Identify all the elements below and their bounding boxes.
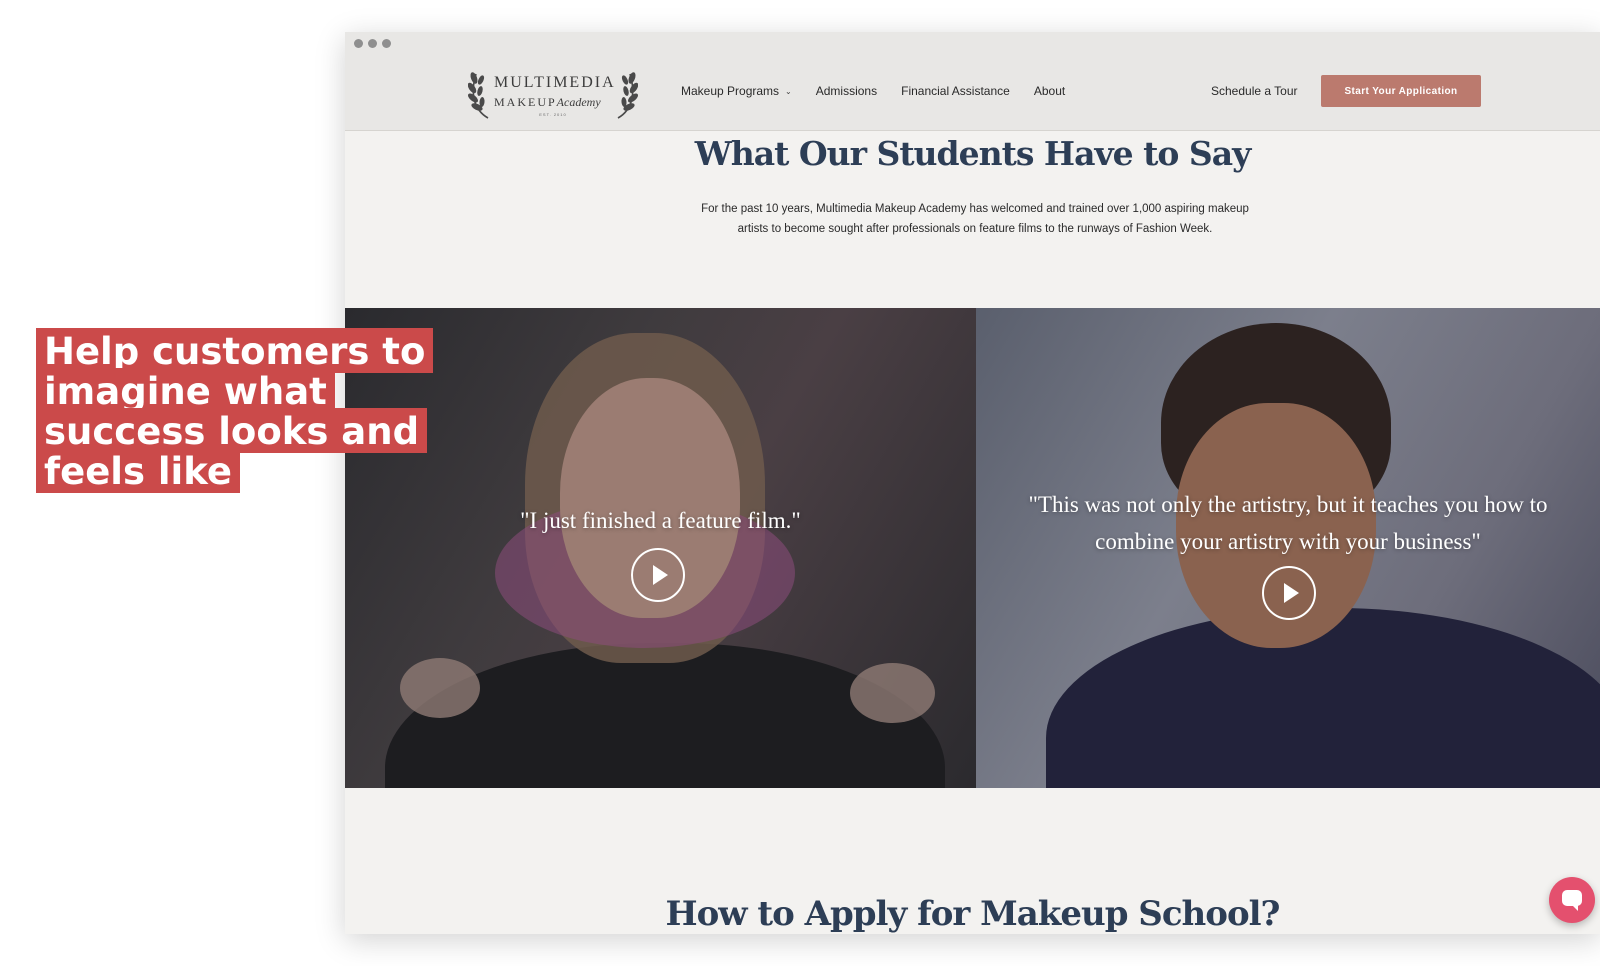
testimonial-video-card[interactable]: "This was not only the artistry, but it …: [976, 308, 1600, 788]
nav-item-label: Admissions: [815, 84, 878, 98]
nav-item-financial-assistance[interactable]: Financial Assistance: [901, 84, 1010, 98]
window-controls: [354, 39, 391, 48]
video-still-figure: [850, 663, 935, 723]
testimonial-videos: "I just finished a feature film." "This …: [345, 308, 1600, 788]
logo-wordmark-line2: MAKEUPAcademy: [494, 95, 616, 110]
logo-wordmark-line1: MULTIMEDIA: [494, 74, 616, 91]
nav-item-about[interactable]: About: [1034, 84, 1065, 98]
laurel-left-icon: [468, 72, 489, 119]
nav-item-label: Financial Assistance: [901, 84, 1010, 98]
logo-est: EST. 2010: [539, 112, 567, 117]
nav-item-label: About: [1033, 84, 1066, 98]
site-header: MULTIMEDIA MAKEUPAcademy EST. 2010 Makeu…: [345, 32, 1600, 131]
nav-item-label: Makeup Programs: [681, 84, 780, 98]
window-dot-icon: [354, 39, 363, 48]
schedule-tour-link[interactable]: Schedule a Tour: [1211, 84, 1298, 98]
window-dot-icon: [382, 39, 391, 48]
testimonial-quote: "This was not only the artistry, but it …: [1028, 492, 1548, 554]
testimonials-title: What Our Students Have to Say: [694, 134, 1252, 173]
laurel-right-icon: [617, 72, 638, 119]
play-icon[interactable]: [631, 548, 685, 602]
main-nav: Makeup Programs ⌄ Admissions Financial A…: [681, 84, 1089, 98]
how-to-apply-title: How to Apply for Makeup School?: [665, 894, 1281, 934]
nav-item-makeup-programs[interactable]: Makeup Programs ⌄: [681, 84, 792, 98]
site-logo[interactable]: MULTIMEDIA MAKEUPAcademy EST. 2010: [468, 62, 638, 122]
chat-icon[interactable]: [1549, 877, 1595, 923]
logo-academy-script: Academy: [556, 95, 601, 109]
video-still-figure: [400, 658, 480, 718]
testimonials-intro: For the past 10 years, Multimedia Makeup…: [701, 203, 1249, 235]
start-application-button[interactable]: Start Your Application: [1321, 75, 1481, 107]
logo-makeup-text: MAKEUP: [494, 95, 557, 109]
nav-item-admissions[interactable]: Admissions: [816, 84, 877, 98]
chevron-down-icon: ⌄: [785, 86, 792, 96]
play-icon[interactable]: [1262, 566, 1316, 620]
callout-text: Help customers to imagine what success l…: [36, 328, 434, 493]
callout-annotation: Help customers to imagine what success l…: [36, 328, 446, 493]
window-dot-icon: [368, 39, 377, 48]
video-still-figure: [385, 643, 945, 788]
browser-window: MULTIMEDIA MAKEUPAcademy EST. 2010 Makeu…: [345, 32, 1600, 934]
testimonial-quote: "I just finished a feature film.": [520, 508, 801, 533]
